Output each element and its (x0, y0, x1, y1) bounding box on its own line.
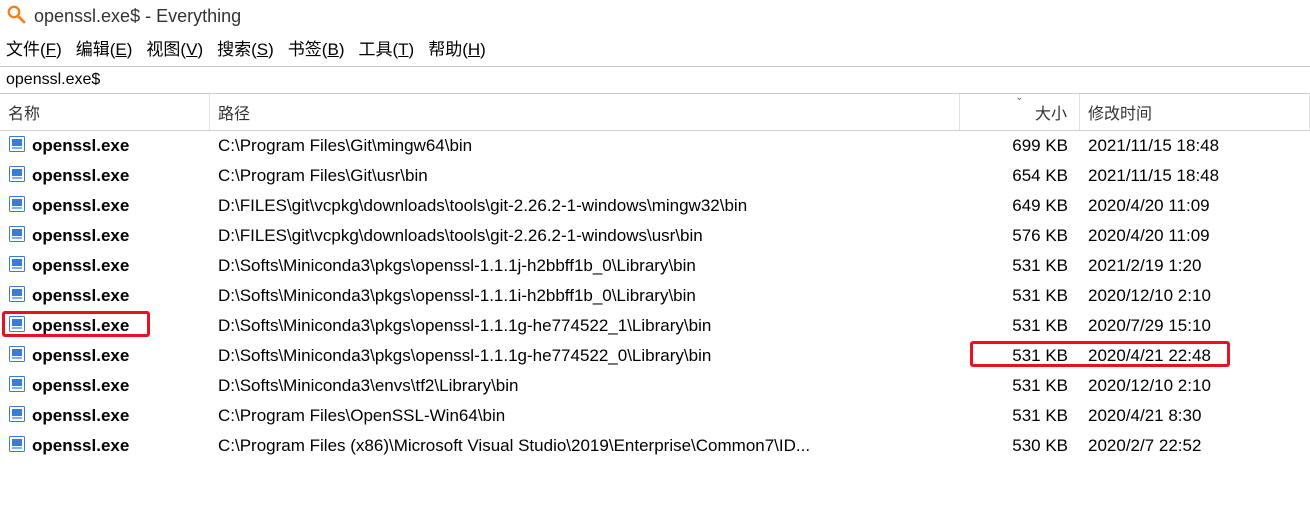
menu-help[interactable]: 帮助(H) (428, 35, 486, 60)
file-mtime: 2020/4/20 11:09 (1080, 226, 1310, 246)
file-path: C:\Program Files\OpenSSL-Win64\bin (210, 406, 960, 426)
file-name: openssl.exe (32, 166, 129, 186)
file-path: C:\Program Files\Git\usr\bin (210, 166, 960, 186)
file-mtime: 2020/4/20 11:09 (1080, 196, 1310, 216)
file-size: 576 KB (960, 226, 1080, 246)
file-name: openssl.exe (32, 376, 129, 396)
file-path: D:\Softs\Miniconda3\pkgs\openssl-1.1.1j-… (210, 256, 960, 276)
column-headers: 名称 路径 ⌄ 大小 修改时间 (0, 94, 1310, 131)
file-mtime: 2020/7/29 15:10 (1080, 316, 1310, 336)
file-size: 531 KB (960, 346, 1080, 366)
table-row[interactable]: openssl.exe D:\Softs\Miniconda3\envs\tf2… (0, 371, 1310, 401)
file-mtime: 2020/12/10 2:10 (1080, 286, 1310, 306)
file-path: C:\Program Files\Git\mingw64\bin (210, 136, 960, 156)
file-size: 531 KB (960, 286, 1080, 306)
file-path: D:\Softs\Miniconda3\pkgs\openssl-1.1.1g-… (210, 316, 960, 336)
col-header-name[interactable]: 名称 (0, 94, 210, 130)
col-header-mtime[interactable]: 修改时间 (1080, 94, 1310, 130)
file-name: openssl.exe (32, 316, 129, 336)
file-path: D:\FILES\git\vcpkg\downloads\tools\git-2… (210, 196, 960, 216)
file-size: 649 KB (960, 196, 1080, 216)
file-path: C:\Program Files (x86)\Microsoft Visual … (210, 436, 960, 456)
file-path: D:\Softs\Miniconda3\pkgs\openssl-1.1.1g-… (210, 346, 960, 366)
file-path: D:\Softs\Miniconda3\envs\tf2\Library\bin (210, 376, 960, 396)
file-path: D:\Softs\Miniconda3\pkgs\openssl-1.1.1i-… (210, 286, 960, 306)
exe-icon (8, 255, 26, 278)
file-size: 531 KB (960, 316, 1080, 336)
file-size: 699 KB (960, 136, 1080, 156)
file-size: 531 KB (960, 406, 1080, 426)
menu-file[interactable]: 文件(F) (6, 35, 62, 60)
table-row[interactable]: openssl.exe C:\Program Files\OpenSSL-Win… (0, 401, 1310, 431)
table-row[interactable]: openssl.exe C:\Program Files\Git\usr\bin… (0, 161, 1310, 191)
file-name: openssl.exe (32, 286, 129, 306)
table-row[interactable]: openssl.exe C:\Program Files\Git\mingw64… (0, 131, 1310, 161)
file-name: openssl.exe (32, 436, 129, 456)
exe-icon (8, 375, 26, 398)
table-row[interactable]: openssl.exe C:\Program Files (x86)\Micro… (0, 431, 1310, 461)
menu-tools[interactable]: 工具(T) (358, 35, 414, 60)
menu-search[interactable]: 搜索(S) (217, 35, 274, 60)
file-name: openssl.exe (32, 256, 129, 276)
file-size: 531 KB (960, 376, 1080, 396)
search-wrap (0, 66, 1310, 94)
col-header-size-label: 大小 (1035, 106, 1067, 123)
menu-edit[interactable]: 编辑(E) (76, 35, 133, 60)
file-name: openssl.exe (32, 196, 129, 216)
exe-icon (8, 195, 26, 218)
file-name: openssl.exe (32, 136, 129, 156)
exe-icon (8, 315, 26, 338)
search-input[interactable] (0, 67, 1310, 93)
file-size: 654 KB (960, 166, 1080, 186)
results-list: openssl.exe C:\Program Files\Git\mingw64… (0, 131, 1310, 461)
app-icon (6, 4, 26, 29)
file-name: openssl.exe (32, 226, 129, 246)
col-header-path[interactable]: 路径 (210, 94, 960, 130)
file-size: 530 KB (960, 436, 1080, 456)
file-mtime: 2021/2/19 1:20 (1080, 256, 1310, 276)
file-mtime: 2021/11/15 18:48 (1080, 166, 1310, 186)
exe-icon (8, 225, 26, 248)
menu-bookmark[interactable]: 书签(B) (288, 35, 345, 60)
table-row[interactable]: openssl.exe D:\Softs\Miniconda3\pkgs\ope… (0, 281, 1310, 311)
menu-view[interactable]: 视图(V) (146, 35, 203, 60)
file-mtime: 2020/12/10 2:10 (1080, 376, 1310, 396)
window-title: openssl.exe$ - Everything (34, 6, 241, 27)
exe-icon (8, 285, 26, 308)
table-row[interactable]: openssl.exe D:\Softs\Miniconda3\pkgs\ope… (0, 341, 1310, 371)
table-row[interactable]: openssl.exe D:\Softs\Miniconda3\pkgs\ope… (0, 251, 1310, 281)
file-mtime: 2020/4/21 8:30 (1080, 406, 1310, 426)
exe-icon (8, 435, 26, 458)
table-row[interactable]: openssl.exe D:\FILES\git\vcpkg\downloads… (0, 191, 1310, 221)
file-mtime: 2020/2/7 22:52 (1080, 436, 1310, 456)
col-header-size[interactable]: ⌄ 大小 (960, 94, 1080, 130)
file-name: openssl.exe (32, 406, 129, 426)
exe-icon (8, 405, 26, 428)
file-mtime: 2021/11/15 18:48 (1080, 136, 1310, 156)
menubar: 文件(F) 编辑(E) 视图(V) 搜索(S) 书签(B) 工具(T) 帮助(H… (0, 31, 1310, 66)
table-row[interactable]: openssl.exe D:\Softs\Miniconda3\pkgs\ope… (0, 311, 1310, 341)
exe-icon (8, 135, 26, 158)
exe-icon (8, 165, 26, 188)
titlebar: openssl.exe$ - Everything (0, 0, 1310, 31)
exe-icon (8, 345, 26, 368)
file-path: D:\FILES\git\vcpkg\downloads\tools\git-2… (210, 226, 960, 246)
file-name: openssl.exe (32, 346, 129, 366)
file-size: 531 KB (960, 256, 1080, 276)
file-mtime: 2020/4/21 22:48 (1080, 346, 1310, 366)
sort-indicator-icon: ⌄ (1015, 92, 1023, 103)
table-row[interactable]: openssl.exe D:\FILES\git\vcpkg\downloads… (0, 221, 1310, 251)
